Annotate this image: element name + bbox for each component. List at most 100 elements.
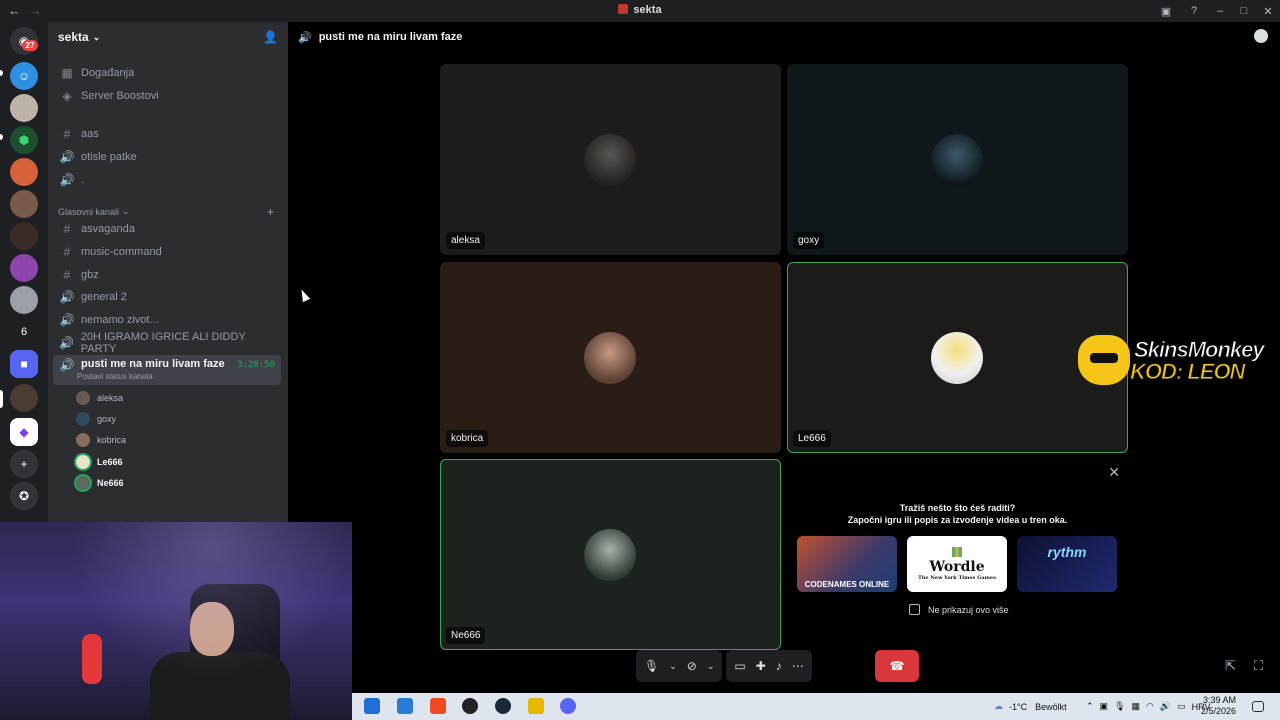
channel-gbz[interactable]: # gbz	[53, 264, 281, 285]
participant-tile-ne666[interactable]: Ne666	[440, 459, 781, 650]
server-name: sekta	[58, 30, 89, 44]
camera-off-icon[interactable]: ⊘	[687, 659, 697, 673]
channel-music-command[interactable]: # music-command	[53, 241, 281, 262]
channel-diddy-party[interactable]: 🔊 20H IGRAMO IGRICE ALI DIDDY PARTY	[53, 331, 281, 355]
microphone-icon[interactable]: 🎙	[644, 659, 659, 673]
server-rail: ◉ 27 ☺ ⬢ 6 ■ ◆ + ✪	[0, 22, 48, 522]
game-card-wordle[interactable]: Wordle The New York Times Games	[907, 536, 1007, 592]
category-voice-channels[interactable]: Glasovni kanali ⌄ +	[58, 205, 278, 219]
screen-share-icon[interactable]: ▭	[734, 659, 745, 673]
popout-icon[interactable]: ⇱	[1225, 658, 1236, 674]
avatar	[584, 332, 636, 384]
dont-show-again-row[interactable]: Ne prikazuj ovo više	[909, 604, 1009, 615]
camera-icon[interactable]: ▣	[1100, 701, 1109, 712]
server-icon[interactable]	[10, 222, 38, 250]
server-boosts-item[interactable]: ◈ Server Boostovi	[53, 85, 281, 106]
close-button[interactable]: ✕	[1256, 0, 1280, 22]
voice-user-ne666[interactable]: Ne666	[76, 474, 124, 492]
server-icon[interactable]: ☺	[10, 62, 38, 90]
chevron-up-icon[interactable]: ⌃	[1086, 701, 1094, 712]
voice-user-le666[interactable]: Le666	[76, 453, 123, 471]
brave-icon[interactable]	[430, 698, 446, 714]
avatar	[931, 332, 983, 384]
server-folder-count[interactable]: 6	[10, 318, 38, 346]
participant-name: Le666	[793, 430, 831, 447]
close-icon[interactable]: ✕	[1108, 464, 1120, 481]
avatar	[76, 433, 90, 447]
server-icon[interactable]: ⬢	[10, 126, 38, 154]
folder-icon[interactable]: ■	[10, 350, 38, 378]
app-icon[interactable]	[528, 698, 544, 714]
discover-icon[interactable]: ✪	[10, 482, 38, 510]
soundboard-icon[interactable]: ♪	[776, 659, 782, 673]
channel-nemamo-zivot[interactable]: 🔊 nemamo zivot...	[53, 309, 281, 330]
events-item[interactable]: ▦ Događanja	[53, 62, 281, 83]
server-icon[interactable]	[10, 384, 38, 412]
channel-dot[interactable]: 🔊 .	[53, 169, 281, 190]
channel-asvaganda[interactable]: # asvaganda	[53, 218, 281, 239]
invite-people-icon[interactable]: 👤	[263, 30, 278, 44]
create-channel-icon[interactable]: +	[267, 205, 274, 219]
help-icon[interactable]: ?	[1180, 0, 1208, 22]
game-card-rythm[interactable]: rythm	[1017, 536, 1117, 592]
avatar	[76, 476, 90, 490]
participant-tile-kobrica[interactable]: kobrica	[440, 262, 781, 453]
activities-icon[interactable]: ✚	[756, 659, 766, 673]
chevron-down-icon: ⌄	[92, 31, 101, 42]
steam-icon[interactable]	[495, 698, 511, 714]
participant-tile-aleksa[interactable]: aleksa	[440, 64, 781, 255]
server-icon[interactable]	[10, 190, 38, 218]
participant-name: goxy	[793, 232, 825, 249]
voice-user-aleksa[interactable]: aleksa	[76, 389, 123, 407]
channel-general-2[interactable]: 🔊 general 2	[53, 286, 281, 307]
battery-icon[interactable]: ▭	[1177, 701, 1186, 712]
voice-channel-icon: 🔊	[59, 335, 75, 350]
maximize-button[interactable]: □	[1232, 0, 1256, 22]
outlook-icon[interactable]	[397, 698, 413, 714]
channel-aas[interactable]: # aas	[53, 123, 281, 144]
discord-taskbar-icon[interactable]	[560, 698, 576, 714]
microphone-icon[interactable]: 🎙	[1114, 701, 1125, 712]
volume-icon[interactable]: 🔊	[1160, 701, 1171, 712]
participant-name: aleksa	[446, 232, 485, 249]
taskbar-clock[interactable]: 3:39 AM 2/5/2026	[1201, 695, 1236, 717]
notifications-icon[interactable]	[1252, 701, 1264, 712]
back-arrow-icon[interactable]: ←	[8, 3, 21, 18]
server-header[interactable]: sekta ⌄ 👤	[48, 22, 288, 52]
participant-tile-goxy[interactable]: goxy	[787, 64, 1128, 255]
participant-name: Ne666	[446, 627, 486, 644]
channel-otisle-patke[interactable]: 🔊 otisle patke	[53, 146, 281, 167]
server-icon[interactable]	[10, 286, 38, 314]
weather-widget[interactable]: ☁ -1°C Bewölkt	[994, 693, 1067, 720]
chat-bubble-icon[interactable]	[1254, 29, 1268, 43]
wifi-icon[interactable]: ◠	[1146, 701, 1154, 712]
voice-user-goxy[interactable]: goxy	[76, 410, 116, 428]
game-card-codenames[interactable]: CODENAMES ONLINE	[797, 536, 897, 592]
inbox-icon[interactable]: ▣	[1152, 0, 1180, 22]
chevron-down-icon[interactable]: ⌄	[707, 661, 715, 672]
forward-arrow-icon[interactable]: →	[29, 3, 42, 18]
disconnect-button[interactable]: ☎	[875, 650, 919, 682]
server-icon[interactable]	[10, 158, 38, 186]
voice-user-kobrica[interactable]: kobrica	[76, 431, 126, 449]
minimize-button[interactable]: –	[1208, 0, 1232, 22]
chevron-down-icon[interactable]: ⌄	[669, 661, 677, 672]
server-icon[interactable]: ◆	[10, 418, 38, 446]
phone-hangup-icon: ☎	[889, 659, 905, 673]
obs-icon[interactable]	[462, 698, 478, 714]
more-options-icon[interactable]: ⋯	[792, 659, 804, 673]
start-icon[interactable]	[364, 698, 380, 714]
tray-app-icon[interactable]: ▦	[1132, 701, 1141, 712]
fullscreen-icon[interactable]: ⛶	[1254, 658, 1263, 674]
window-controls: ▣ ? – □ ✕	[1152, 0, 1280, 22]
channel-active-voice[interactable]: 🔊 pusti me na miru livam faze 3:28:50 Po…	[53, 355, 281, 385]
text-channel-icon: #	[63, 244, 71, 259]
add-server-icon[interactable]: +	[10, 450, 38, 478]
dont-show-again-checkbox[interactable]	[909, 604, 920, 615]
server-icon[interactable]	[10, 94, 38, 122]
voice-header: 🔊 pusti me na miru livam faze	[288, 22, 1280, 52]
voice-channel-icon: 🔊	[59, 172, 75, 187]
participant-tile-le666[interactable]: Le666	[787, 262, 1128, 453]
server-icon[interactable]	[10, 254, 38, 282]
set-channel-status[interactable]: Postavi status kanala	[77, 372, 153, 381]
